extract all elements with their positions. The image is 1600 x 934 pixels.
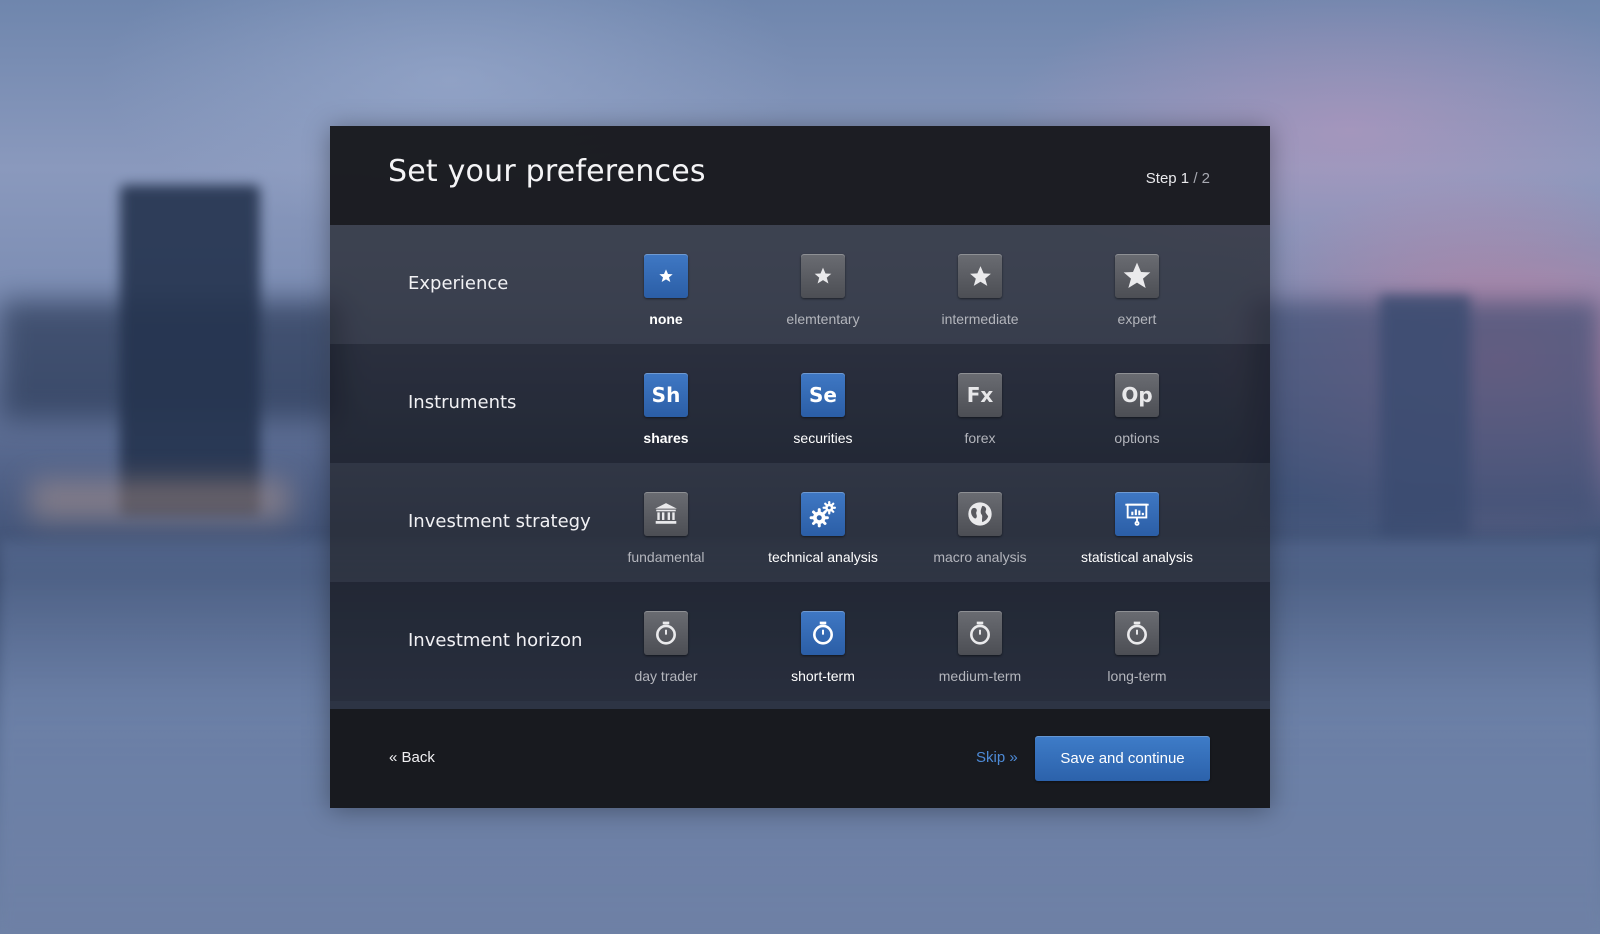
option-label: macro analysis xyxy=(933,549,1027,565)
star-large-icon xyxy=(958,254,1002,298)
gears-icon xyxy=(801,492,845,536)
star-small-icon xyxy=(644,254,688,298)
option-intermediate[interactable]: intermediate xyxy=(895,254,1065,327)
step-current: 1 xyxy=(1180,170,1190,187)
option-forex[interactable]: Fx forex xyxy=(895,373,1065,446)
option-long-term[interactable]: long-term xyxy=(1052,611,1222,684)
option-macro-analysis[interactable]: macro analysis xyxy=(895,492,1065,565)
presentation-chart-icon xyxy=(1115,492,1159,536)
page-title: Set your preferences xyxy=(388,154,706,189)
option-label: expert xyxy=(1117,311,1157,327)
stopwatch-icon xyxy=(958,611,1002,655)
row-label: Investment strategy xyxy=(408,511,591,532)
option-short-term[interactable]: short-term xyxy=(738,611,908,684)
option-label: day trader xyxy=(634,668,698,684)
background-building xyxy=(1380,295,1470,535)
row-instruments: Instruments Sh shares Se securities Fx f… xyxy=(330,344,1270,463)
option-options[interactable]: Op options xyxy=(1052,373,1222,446)
option-technical-analysis[interactable]: technical analysis xyxy=(738,492,908,565)
option-shares[interactable]: Sh shares xyxy=(581,373,751,446)
option-label: intermediate xyxy=(941,311,1019,327)
forex-icon: Fx xyxy=(958,373,1002,417)
shares-icon: Sh xyxy=(644,373,688,417)
back-link[interactable]: « Back xyxy=(389,749,435,766)
option-label: forex xyxy=(964,430,996,446)
skip-link[interactable]: Skip » xyxy=(976,749,1018,766)
option-elementary[interactable]: elemtentary xyxy=(738,254,908,327)
option-label: options xyxy=(1114,430,1160,446)
option-none[interactable]: none xyxy=(581,254,751,327)
option-label: shares xyxy=(643,430,689,446)
background-bridge-tower xyxy=(120,185,260,515)
option-label: short-term xyxy=(791,668,855,684)
step-indicator: Step 1 / 2 xyxy=(1146,170,1210,187)
option-label: none xyxy=(649,311,683,327)
option-label: statistical analysis xyxy=(1080,549,1194,565)
row-experience: Experience none elemtentary intermediate… xyxy=(330,225,1270,344)
save-and-continue-button[interactable]: Save and continue xyxy=(1035,736,1210,781)
securities-icon: Se xyxy=(801,373,845,417)
option-securities[interactable]: Se securities xyxy=(738,373,908,446)
stopwatch-icon xyxy=(644,611,688,655)
option-expert[interactable]: expert xyxy=(1052,254,1222,327)
row-investment-strategy: Investment strategy fundamental technica… xyxy=(330,463,1270,582)
step-label: Step xyxy=(1145,170,1177,187)
option-label: long-term xyxy=(1107,668,1167,684)
preferences-dialog: Set your preferences Step 1 / 2 Experien… xyxy=(330,126,1270,808)
option-label: technical analysis xyxy=(768,549,878,565)
option-label: medium-term xyxy=(938,668,1022,684)
option-label: securities xyxy=(793,430,853,446)
row-label: Instruments xyxy=(408,392,517,413)
option-fundamental[interactable]: fundamental xyxy=(581,492,751,565)
stopwatch-icon xyxy=(801,611,845,655)
dialog-footer: « Back Skip » Save and continue xyxy=(330,709,1270,808)
background-bridge-deck xyxy=(0,300,340,420)
step-total: / 2 xyxy=(1193,170,1210,187)
row-label: Investment horizon xyxy=(408,630,583,651)
option-day-trader[interactable]: day trader xyxy=(581,611,751,684)
row-label: Experience xyxy=(408,273,509,294)
stopwatch-icon xyxy=(1115,611,1159,655)
row-investment-horizon: Investment horizon day trader short-term xyxy=(330,582,1270,701)
background-city-lights xyxy=(30,480,290,520)
option-label: fundamental xyxy=(627,549,705,565)
bank-icon xyxy=(644,492,688,536)
options-icon: Op xyxy=(1115,373,1159,417)
option-statistical-analysis[interactable]: statistical analysis xyxy=(1052,492,1222,565)
background-skyline xyxy=(1250,300,1600,520)
star-xlarge-icon xyxy=(1115,254,1159,298)
option-label: elemtentary xyxy=(786,311,860,327)
dialog-header: Set your preferences Step 1 / 2 xyxy=(330,126,1270,225)
globe-icon xyxy=(958,492,1002,536)
option-medium-term[interactable]: medium-term xyxy=(895,611,1065,684)
star-medium-icon xyxy=(801,254,845,298)
